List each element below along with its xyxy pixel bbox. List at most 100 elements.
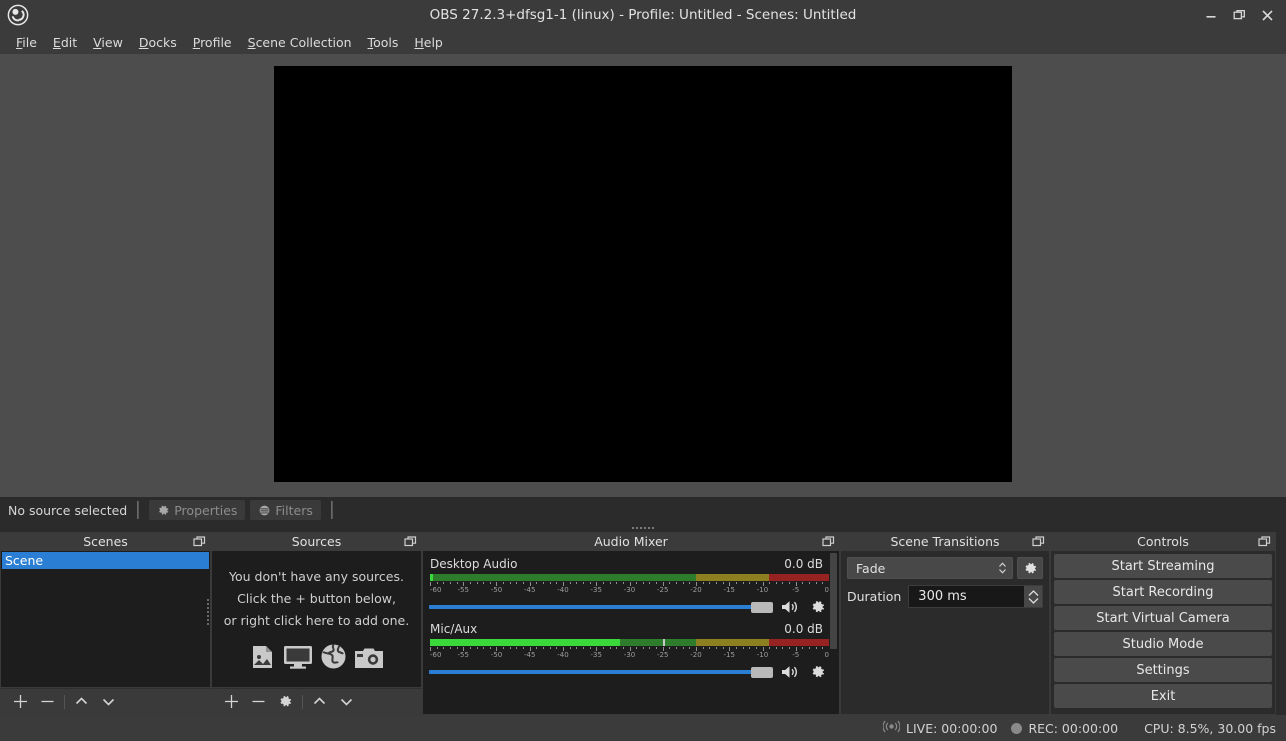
meter-tick-label: -45	[524, 651, 535, 659]
meter-minor-tick	[776, 582, 777, 584]
meter-tick-label: -35	[591, 651, 602, 659]
menu-edit[interactable]: Edit	[45, 32, 85, 53]
meter-minor-tick	[603, 647, 604, 649]
live-status: LIVE: 00:00:00	[883, 720, 997, 736]
scene-name: Scene	[5, 553, 43, 568]
mixer-scrollbar[interactable]	[829, 553, 838, 712]
display-capture-icon	[283, 644, 313, 670]
spinner-updown-icon[interactable]	[1024, 586, 1042, 607]
scenes-toolbar-separator	[64, 695, 65, 709]
volume-slider[interactable]	[429, 665, 773, 679]
volume-slider-handle[interactable]	[751, 602, 773, 613]
preview-canvas[interactable]	[274, 66, 1012, 482]
meter-minor-tick	[510, 647, 511, 649]
mixer-level-meter	[430, 639, 829, 646]
exit-button[interactable]: Exit	[1054, 684, 1272, 708]
mixer-track-header: Desktop Audio0.0 dB	[429, 557, 829, 574]
speaker-icon[interactable]	[779, 597, 801, 617]
speaker-icon[interactable]	[779, 662, 801, 682]
float-dock-icon[interactable]	[822, 535, 835, 548]
close-icon[interactable]	[1254, 2, 1280, 28]
menu-help[interactable]: Help	[406, 32, 451, 53]
move-source-down-button[interactable]	[333, 690, 360, 713]
float-dock-icon[interactable]	[1258, 535, 1271, 548]
gear-icon[interactable]	[807, 597, 829, 617]
meter-minor-tick	[583, 582, 584, 584]
meter-minor-tick	[643, 647, 644, 649]
broadcast-icon	[883, 720, 900, 736]
add-source-button[interactable]	[218, 690, 245, 713]
filters-button[interactable]: Filters	[250, 500, 320, 520]
meter-minor-tick	[470, 647, 471, 649]
meter-minor-tick	[523, 647, 524, 649]
scenes-list[interactable]: Scene	[0, 551, 211, 688]
float-dock-icon[interactable]	[404, 535, 417, 548]
meter-minor-tick	[789, 647, 790, 649]
maximize-icon[interactable]	[1226, 2, 1252, 28]
start-virtual-camera-button[interactable]: Start Virtual Camera	[1054, 606, 1272, 630]
move-scene-up-button[interactable]	[68, 690, 95, 713]
start-streaming-button[interactable]: Start Streaming	[1054, 554, 1272, 578]
remove-scene-button[interactable]	[34, 690, 61, 713]
meter-segment	[696, 574, 769, 581]
gear-icon	[157, 504, 170, 517]
sources-list[interactable]: You don't have any sources. Click the + …	[211, 551, 422, 688]
meter-minor-tick	[457, 647, 458, 649]
scenes-scroll-grip[interactable]	[206, 599, 210, 639]
controls-buttons: Start Streaming Start Recording Start Vi…	[1050, 551, 1276, 715]
menu-scene-collection[interactable]: Scene Collection	[240, 32, 360, 53]
sources-empty-line-1: You don't have any sources.	[229, 568, 404, 585]
menu-view[interactable]: View	[85, 32, 131, 53]
meter-minor-tick	[443, 582, 444, 584]
float-dock-icon[interactable]	[1032, 535, 1045, 548]
menu-tools[interactable]: Tools	[360, 32, 407, 53]
meter-minor-tick	[570, 647, 571, 649]
meter-minor-tick	[782, 647, 783, 649]
meter-minor-tick	[683, 647, 684, 649]
menu-docks[interactable]: Docks	[131, 32, 185, 53]
remove-source-button[interactable]	[245, 690, 272, 713]
gear-icon[interactable]	[807, 662, 829, 682]
dock-splitter[interactable]	[0, 523, 1286, 532]
meter-minor-tick	[556, 582, 557, 584]
transition-select[interactable]: Fade	[847, 557, 1013, 579]
add-scene-button[interactable]	[7, 690, 34, 713]
duration-spinbox[interactable]: 300 ms	[908, 585, 1043, 608]
transitions-body: Fade Durat	[840, 551, 1050, 715]
start-recording-button[interactable]: Start Recording	[1054, 580, 1272, 604]
move-source-up-button[interactable]	[306, 690, 333, 713]
menu-file[interactable]: File	[8, 32, 45, 53]
meter-minor-tick	[643, 582, 644, 584]
mixer-volume-row	[429, 595, 829, 617]
mixer-scrollbar-thumb[interactable]	[830, 553, 837, 649]
properties-button[interactable]: Properties	[149, 500, 245, 520]
studio-mode-button[interactable]: Studio Mode	[1054, 632, 1272, 656]
volume-slider-handle[interactable]	[751, 667, 773, 678]
meter-tick-label: -60	[430, 651, 441, 659]
volume-slider[interactable]	[429, 600, 773, 614]
menu-profile[interactable]: Profile	[185, 32, 240, 53]
mixer-track-db: 0.0 dB	[784, 557, 823, 571]
float-dock-icon[interactable]	[193, 535, 206, 548]
minimize-icon[interactable]	[1198, 2, 1224, 28]
mixer-track-header: Mic/Aux0.0 dB	[429, 622, 829, 639]
meter-minor-tick	[716, 647, 717, 649]
record-dot-icon	[1011, 723, 1022, 734]
preview-area[interactable]	[0, 54, 1286, 497]
scene-list-item[interactable]: Scene	[2, 552, 209, 569]
settings-button[interactable]: Settings	[1054, 658, 1272, 682]
source-properties-button[interactable]	[272, 690, 299, 713]
meter-minor-tick	[576, 582, 577, 584]
meter-minor-tick	[649, 582, 650, 584]
controls-dock-title: Controls	[1050, 532, 1276, 551]
move-scene-down-button[interactable]	[95, 690, 122, 713]
meter-minor-tick	[769, 647, 770, 649]
meter-minor-tick	[616, 582, 617, 584]
transition-properties-button[interactable]	[1017, 557, 1043, 579]
meter-minor-tick	[782, 582, 783, 584]
meter-minor-tick	[703, 647, 704, 649]
meter-minor-tick	[669, 647, 670, 649]
meter-minor-tick	[570, 582, 571, 584]
meter-minor-tick	[802, 582, 803, 584]
meter-minor-tick	[523, 582, 524, 584]
